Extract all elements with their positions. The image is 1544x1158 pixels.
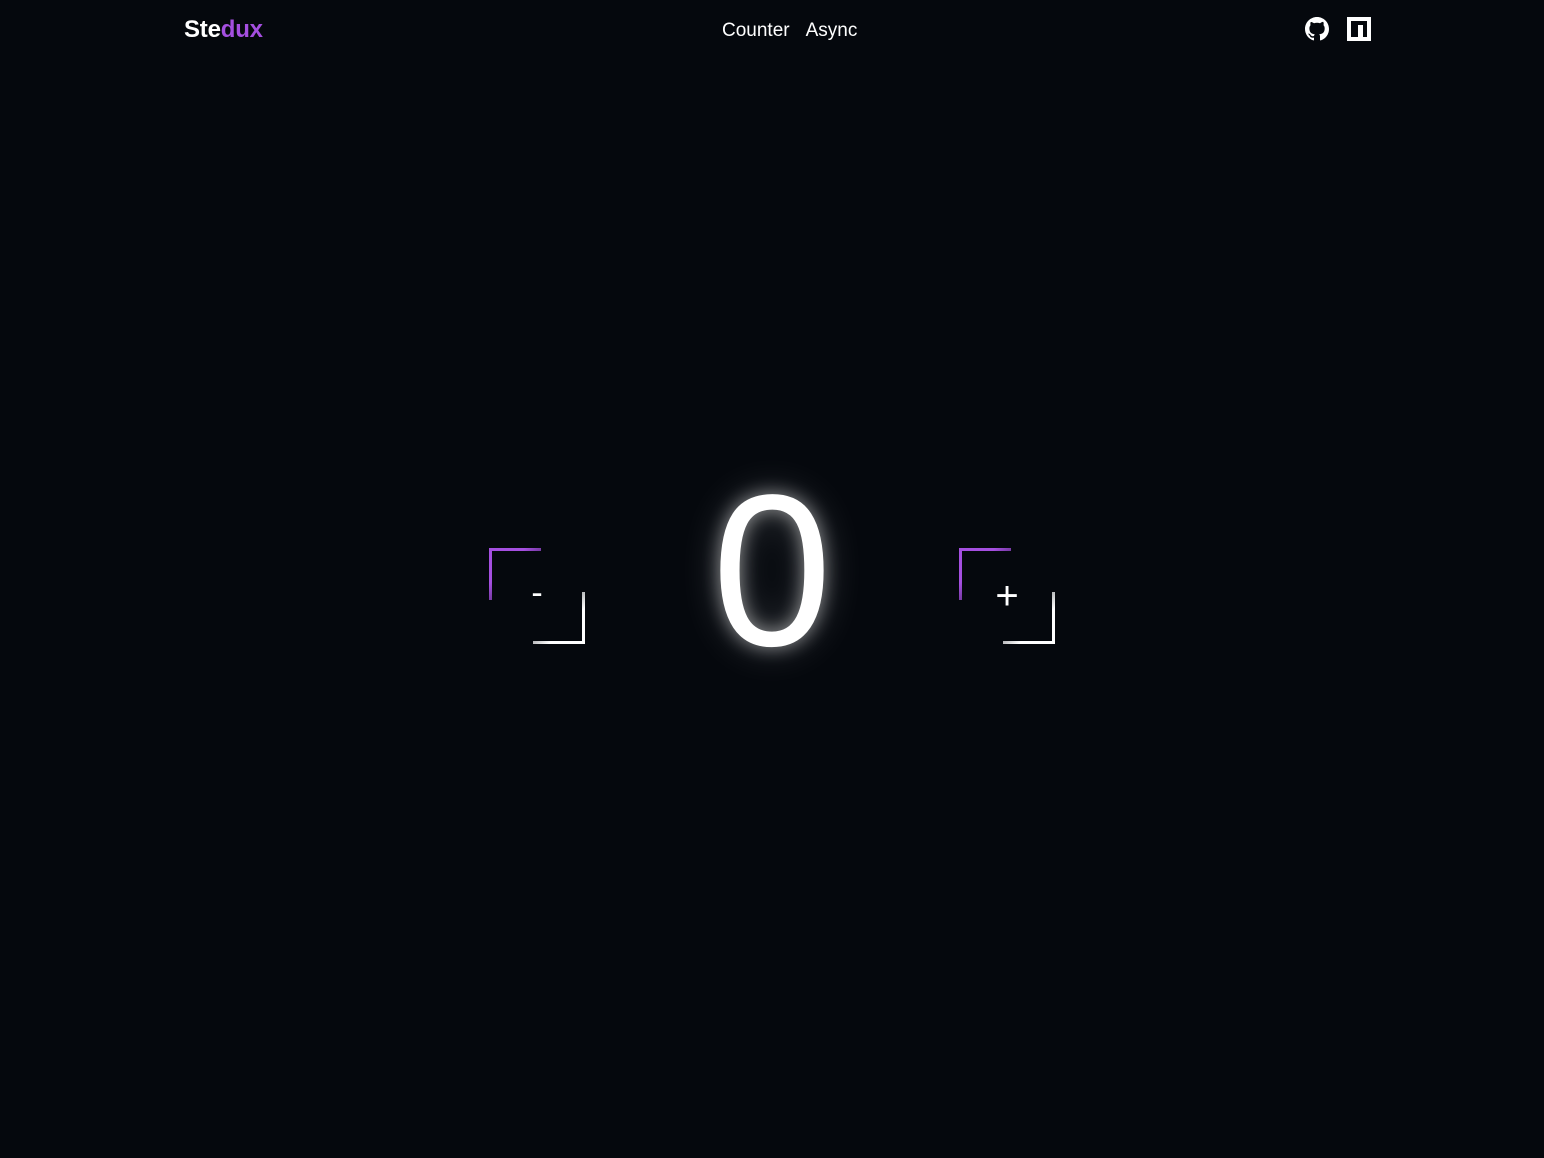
increment-button[interactable]: +	[959, 548, 1055, 644]
decrement-button[interactable]: -	[489, 548, 585, 644]
increment-label: +	[995, 574, 1019, 618]
counter-section: - 0 +	[0, 0, 1544, 1158]
counter-value: 0	[711, 449, 833, 691]
decrement-label: -	[531, 574, 543, 612]
